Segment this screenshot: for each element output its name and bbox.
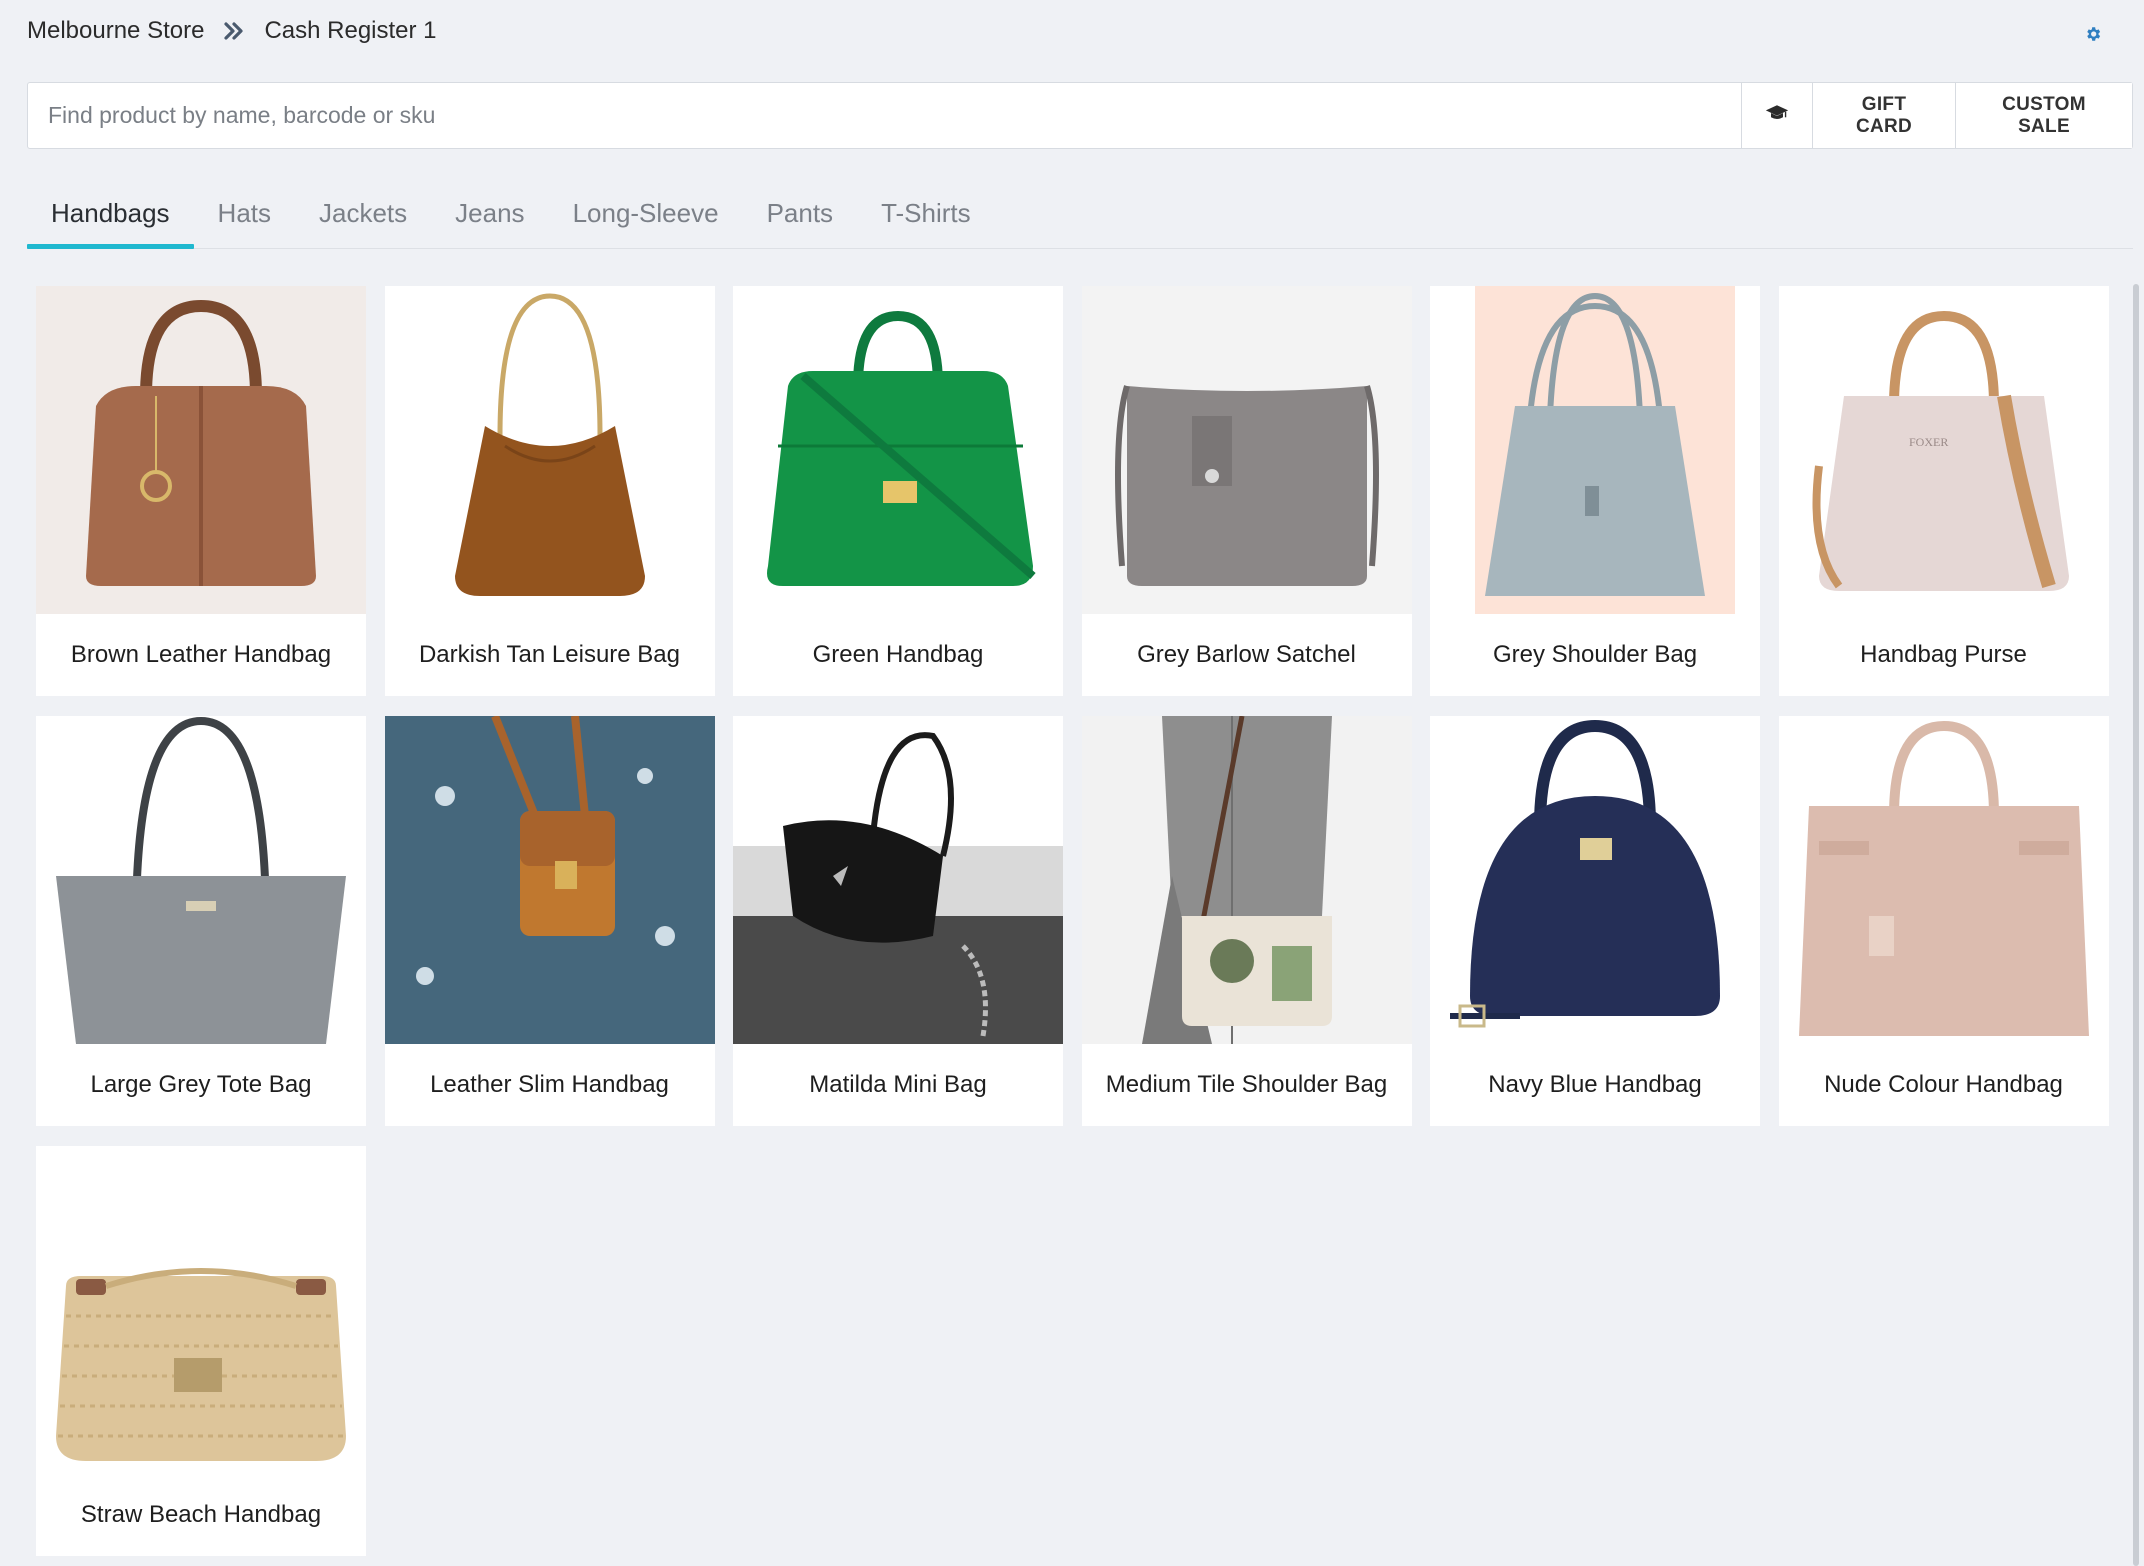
product-image: [1430, 286, 1760, 614]
product-card[interactable]: Leather Slim Handbag: [384, 716, 715, 1126]
product-name: Grey Barlow Satchel: [1137, 641, 1356, 668]
product-card[interactable]: Grey Barlow Satchel: [1081, 286, 1412, 696]
product-image: [384, 286, 715, 614]
product-card[interactable]: Large Grey Tote Bag: [36, 716, 366, 1126]
product-card[interactable]: Navy Blue Handbag: [1430, 716, 1760, 1126]
product-image: [1081, 286, 1412, 614]
graduation-cap-icon: [1765, 104, 1789, 128]
product-name: Darkish Tan Leisure Bag: [418, 641, 681, 668]
product-name: Large Grey Tote Bag: [90, 1071, 312, 1098]
double-chevron-right-icon: [222, 19, 246, 43]
product-image: [1778, 716, 2109, 1044]
product-image: FOXER: [1778, 286, 2109, 614]
tab-t-shirts[interactable]: T-Shirts: [857, 179, 995, 248]
product-image: [1081, 716, 1412, 1044]
product-grid-scrollbar[interactable]: [2133, 284, 2139, 1566]
product-name: Green Handbag: [812, 641, 984, 668]
product-image: [36, 286, 366, 614]
product-name: Nude Colour Handbag: [1824, 1071, 2063, 1098]
product-card[interactable]: Nude Colour Handbag: [1778, 716, 2109, 1126]
product-image: [36, 1146, 366, 1474]
breadcrumb-register: Cash Register 1: [264, 17, 437, 44]
product-name: Navy Blue Handbag: [1488, 1071, 1702, 1098]
product-name: Brown Leather Handbag: [70, 641, 332, 668]
product-name: Handbag Purse: [1860, 641, 2027, 668]
tab-handbags[interactable]: Handbags: [27, 179, 194, 249]
product-name: Medium Tile Shoulder Bag: [1105, 1071, 1388, 1098]
product-card[interactable]: FOXER Handbag Purse: [1778, 286, 2109, 696]
tab-pants[interactable]: Pants: [743, 179, 858, 248]
product-image: [1430, 716, 1760, 1044]
product-image: [36, 716, 366, 1044]
gear-icon: [2084, 25, 2102, 48]
product-card[interactable]: Brown Leather Handbag: [36, 286, 366, 696]
product-image: [733, 716, 1063, 1044]
product-name: Matilda Mini Bag: [809, 1071, 987, 1098]
breadcrumb-store[interactable]: Melbourne Store: [27, 17, 204, 45]
product-search-bar: GIFT CARD CUSTOM SALE: [27, 82, 2133, 149]
category-tabs: Handbags Hats Jackets Jeans Long-Sleeve …: [27, 180, 2133, 249]
product-card[interactable]: Green Handbag: [733, 286, 1063, 696]
tab-hats[interactable]: Hats: [194, 179, 295, 248]
gift-card-button[interactable]: GIFT CARD: [1812, 83, 1955, 148]
breadcrumb: Melbourne Store Cash Register 1: [27, 14, 437, 48]
product-image: [384, 716, 715, 1044]
svg-text:FOXER: FOXER: [1909, 435, 1948, 449]
product-search-input[interactable]: [28, 83, 1741, 148]
product-name: Straw Beach Handbag: [80, 1501, 322, 1528]
tab-long-sleeve[interactable]: Long-Sleeve: [549, 179, 743, 248]
product-name: Grey Shoulder Bag: [1492, 641, 1698, 668]
product-card[interactable]: Straw Beach Handbag: [36, 1146, 366, 1556]
product-card[interactable]: Darkish Tan Leisure Bag: [384, 286, 715, 696]
custom-sale-button[interactable]: CUSTOM SALE: [1955, 83, 2132, 148]
pos-screen: Melbourne Store Cash Register 1 Find pro…: [0, 0, 2144, 1566]
product-card[interactable]: Grey Shoulder Bag: [1430, 286, 1760, 696]
product-grid: Brown Leather Handbag Darkish Tan Leisur…: [36, 286, 2110, 1556]
settings-button[interactable]: [2082, 25, 2104, 47]
product-image: [733, 286, 1063, 614]
tab-jeans[interactable]: Jeans: [431, 179, 548, 248]
product-card[interactable]: Matilda Mini Bag: [733, 716, 1063, 1126]
graduation-cap-button[interactable]: [1741, 83, 1812, 148]
tab-jackets[interactable]: Jackets: [295, 179, 431, 248]
product-card[interactable]: Medium Tile Shoulder Bag: [1081, 716, 1412, 1126]
product-name: Leather Slim Handbag: [430, 1071, 669, 1098]
